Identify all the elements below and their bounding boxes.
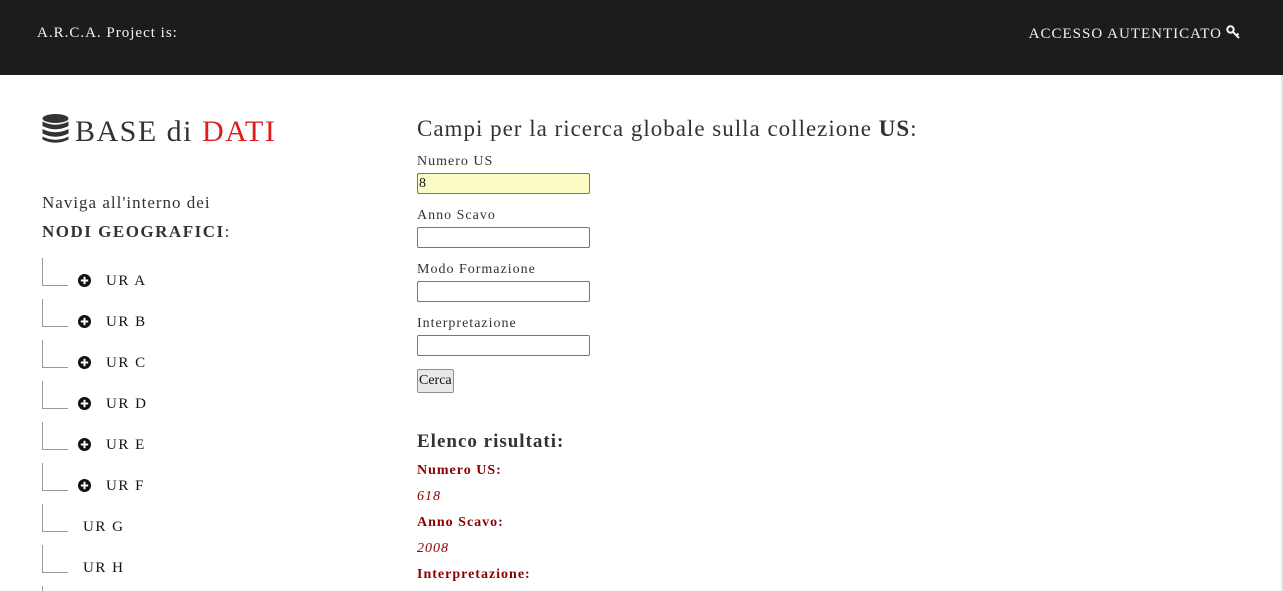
tree-item-label[interactable]: UR H bbox=[83, 560, 124, 577]
tree-connector bbox=[42, 299, 68, 327]
tree-connector bbox=[42, 258, 68, 286]
database-title-prefix: BASE di bbox=[75, 115, 203, 148]
login-label: ACCESSO AUTENTICATO bbox=[1028, 25, 1222, 42]
plus-circle-icon[interactable] bbox=[78, 438, 91, 456]
tree-item[interactable]: UR C bbox=[42, 340, 342, 381]
tree-item-label[interactable]: UR B bbox=[106, 314, 147, 331]
results-title: Elenco risultati: bbox=[417, 431, 565, 452]
geo-tree: UR A UR B UR C UR D UR E UR F UR G UR H bbox=[42, 258, 342, 586]
tree-connector bbox=[42, 504, 68, 532]
tree-item-label[interactable]: UR C bbox=[106, 355, 147, 372]
modo-formazione-input[interactable] bbox=[417, 281, 590, 302]
tree-connector bbox=[42, 340, 68, 368]
database-icon bbox=[42, 114, 69, 152]
interpretazione-input[interactable] bbox=[417, 335, 590, 356]
login-link[interactable]: ACCESSO AUTENTICATO bbox=[1029, 25, 1240, 44]
tree-item[interactable]: UR H bbox=[42, 545, 342, 586]
tree-item[interactable]: UR E bbox=[42, 422, 342, 463]
search-title-suffix: : bbox=[910, 116, 918, 141]
key-icon bbox=[1226, 25, 1240, 44]
database-title: BASE di DATI bbox=[42, 114, 276, 152]
brand-title[interactable]: A.R.C.A. Project is: bbox=[37, 25, 178, 42]
tree-connector bbox=[42, 422, 68, 450]
plus-circle-icon[interactable] bbox=[78, 315, 91, 333]
result-key-anno-scavo: Anno Scavo: bbox=[417, 515, 504, 530]
tree-item[interactable]: UR G bbox=[42, 504, 342, 545]
top-navbar: A.R.C.A. Project is: ACCESSO AUTENTICATO bbox=[0, 0, 1283, 75]
tree-connector bbox=[42, 463, 68, 491]
tree-item-label[interactable]: UR E bbox=[106, 437, 146, 454]
search-title-bold: US bbox=[878, 116, 911, 141]
tree-item[interactable]: UR A bbox=[42, 258, 342, 299]
nav-intro: Naviga all'interno dei NODI GEOGRAFICI: bbox=[42, 188, 230, 246]
plus-circle-icon[interactable] bbox=[78, 274, 91, 292]
plus-circle-icon[interactable] bbox=[78, 479, 91, 497]
tree-item[interactable]: UR D bbox=[42, 381, 342, 422]
result-key-interpretazione: Interpretazione: bbox=[417, 567, 531, 582]
anno-scavo-input[interactable] bbox=[417, 227, 590, 248]
search-title-prefix: Campi per la ricerca globale sulla colle… bbox=[417, 116, 879, 141]
tree-item[interactable]: UR B bbox=[42, 299, 342, 340]
plus-circle-icon[interactable] bbox=[78, 356, 91, 374]
tree-item[interactable]: UR F bbox=[42, 463, 342, 504]
modo-formazione-label: Modo Formazione bbox=[417, 262, 536, 277]
search-button[interactable]: Cerca bbox=[417, 369, 454, 393]
database-title-highlight: DATI bbox=[202, 115, 277, 148]
tree-connector bbox=[42, 545, 68, 573]
nav-intro-suffix: : bbox=[224, 222, 231, 241]
tree-item-label[interactable]: UR D bbox=[106, 396, 147, 413]
interpretazione-label: Interpretazione bbox=[417, 316, 517, 331]
result-value-numero-us: 618 bbox=[417, 489, 441, 504]
plus-circle-icon[interactable] bbox=[78, 397, 91, 415]
numero-us-input[interactable] bbox=[417, 173, 590, 194]
tree-connector bbox=[42, 381, 68, 409]
nav-intro-bold: NODI GEOGRAFICI bbox=[42, 222, 225, 241]
tree-connector bbox=[42, 586, 43, 591]
result-key-numero-us: Numero US: bbox=[417, 463, 502, 478]
numero-us-label: Numero US bbox=[417, 154, 494, 169]
nav-intro-line: Naviga all'interno dei bbox=[42, 193, 211, 212]
result-value-anno-scavo: 2008 bbox=[417, 541, 449, 556]
tree-item-label[interactable]: UR G bbox=[83, 519, 124, 536]
anno-scavo-label: Anno Scavo bbox=[417, 208, 496, 223]
tree-item-label[interactable]: UR A bbox=[106, 273, 147, 290]
tree-item-label[interactable]: UR F bbox=[106, 478, 145, 495]
search-title: Campi per la ricerca globale sulla colle… bbox=[417, 116, 918, 142]
